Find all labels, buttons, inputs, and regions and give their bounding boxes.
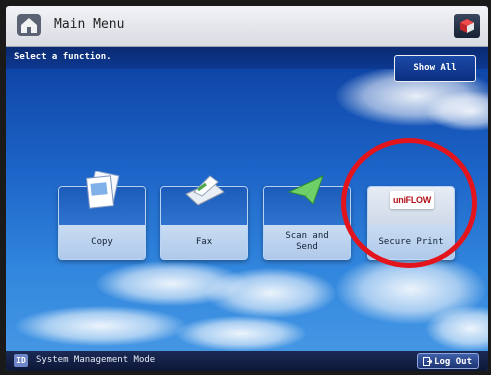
header-bar: Main Menu xyxy=(6,6,488,47)
highlight-circle xyxy=(341,138,477,268)
show-all-button[interactable]: Show All xyxy=(394,55,476,82)
cloud xyxy=(16,306,186,346)
cube-icon xyxy=(460,19,474,33)
cloud xyxy=(176,316,306,351)
footer-bar: ID System Management Mode Log Out xyxy=(6,351,488,371)
function-prompt: Select a function. xyxy=(14,52,112,62)
fax-icon xyxy=(185,175,225,206)
cube-button[interactable] xyxy=(454,14,480,38)
scan-and-send-label: Scan and Send xyxy=(285,231,329,252)
log-out-label: Log Out xyxy=(434,357,472,367)
logout-icon xyxy=(423,357,432,366)
home-icon[interactable] xyxy=(16,13,42,37)
copy-label: Copy xyxy=(91,236,113,247)
fax-label: Fax xyxy=(195,236,213,247)
id-icon: ID xyxy=(14,354,28,367)
page-title: Main Menu xyxy=(54,17,125,32)
copy-icon xyxy=(85,171,120,209)
system-management-mode-label: System Management Mode xyxy=(36,355,156,365)
cloud xyxy=(206,268,336,318)
log-out-button[interactable]: Log Out xyxy=(417,353,479,369)
paper-plane-icon xyxy=(287,175,324,205)
touch-panel-screen: Main Menu Select a function. Show All Co… xyxy=(6,6,488,371)
